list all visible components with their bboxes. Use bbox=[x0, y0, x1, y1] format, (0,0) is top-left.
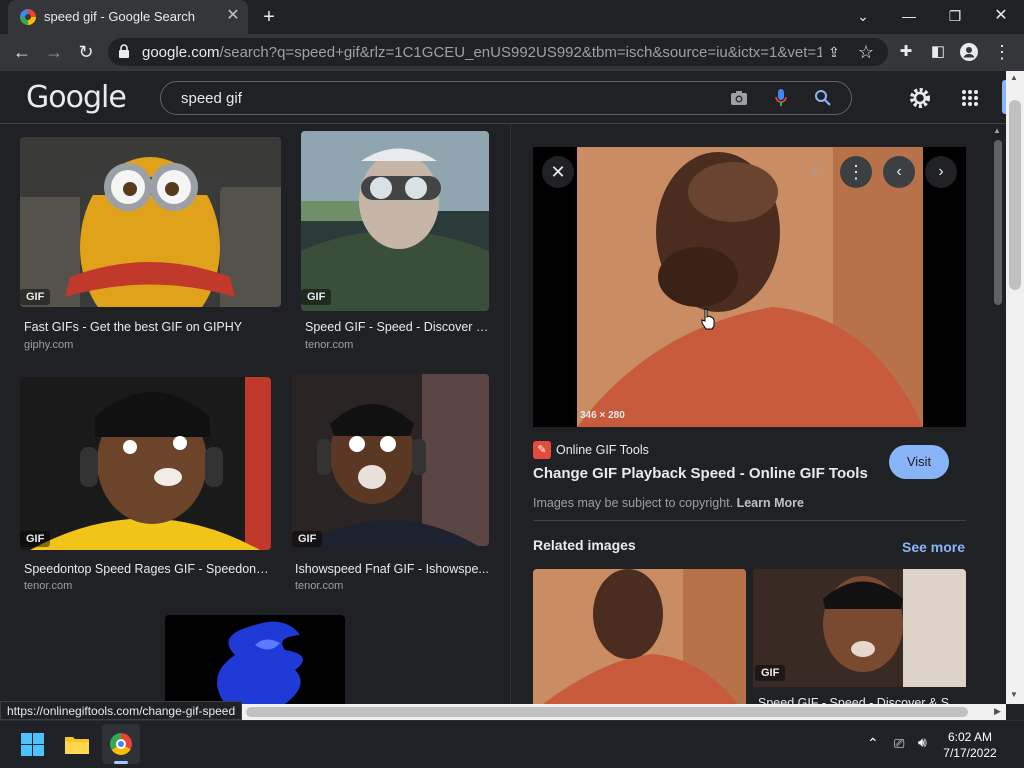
search-input[interactable]: speed gif bbox=[181, 90, 242, 107]
learn-more-link[interactable]: Learn More bbox=[737, 496, 804, 510]
related-images-heading: Related images bbox=[533, 537, 636, 553]
extensions-icon[interactable]: ✚ bbox=[894, 40, 918, 64]
link-status-bar: https://onlinegiftools.com/change-gif-sp… bbox=[0, 701, 243, 720]
close-preview-icon[interactable]: ✕ bbox=[542, 156, 574, 188]
site-name[interactable]: Online GIF Tools bbox=[556, 443, 649, 457]
result-source[interactable]: tenor.com bbox=[24, 580, 72, 592]
result-source[interactable]: tenor.com bbox=[305, 339, 353, 351]
see-more-link[interactable]: See more bbox=[902, 539, 965, 555]
previous-image-icon[interactable]: ‹ bbox=[883, 156, 915, 188]
volume-icon[interactable]: 🔊︎ bbox=[918, 734, 927, 751]
close-window-button[interactable]: ✕ bbox=[978, 4, 1024, 28]
copyright-notice: Images may be subject to copyright. Lear… bbox=[533, 496, 804, 510]
camera-icon[interactable] bbox=[730, 90, 748, 106]
url-host: google.com bbox=[142, 44, 220, 61]
result-title[interactable]: Ishowspeed Fnaf GIF - Ishowspe... bbox=[295, 562, 489, 576]
ishowspeed-image bbox=[292, 374, 489, 546]
minion-image bbox=[20, 137, 281, 307]
bookmark-star-icon[interactable]: ☆ bbox=[854, 40, 878, 64]
search-icon[interactable] bbox=[814, 89, 832, 107]
preview-title[interactable]: Change GIF Playback Speed - Online GIF T… bbox=[533, 465, 868, 482]
clock-date[interactable]: 7/17/2022 bbox=[940, 746, 1000, 760]
preview-photo bbox=[533, 147, 966, 427]
result-thumbnail[interactable] bbox=[301, 131, 489, 311]
file-explorer-icon[interactable] bbox=[64, 733, 90, 755]
more-options-icon[interactable]: ⋮ bbox=[840, 156, 872, 188]
next-image-icon[interactable]: › bbox=[925, 156, 957, 188]
url-text[interactable]: google.com/search?q=speed+gif&rlz=1C1GCE… bbox=[142, 44, 822, 61]
result-thumbnail[interactable] bbox=[292, 374, 489, 546]
page-scrollbar-thumb[interactable] bbox=[1009, 100, 1021, 290]
forward-button[interactable]: → bbox=[42, 40, 66, 64]
result-source[interactable]: tenor.com bbox=[295, 580, 343, 592]
browser-tab[interactable]: speed gif - Google Search ✕ bbox=[8, 0, 248, 34]
visit-button[interactable]: Visit bbox=[889, 445, 949, 479]
gif-badge: GIF bbox=[20, 531, 51, 547]
minimize-button[interactable]: — bbox=[886, 4, 932, 28]
gif-badge: GIF bbox=[301, 289, 332, 305]
clock-time[interactable]: 6:02 AM bbox=[940, 730, 1000, 744]
result-thumbnail[interactable] bbox=[165, 615, 345, 704]
divider bbox=[533, 520, 966, 521]
chrome-icon-center bbox=[116, 739, 126, 749]
scroll-up-arrow-icon[interactable]: ▲ bbox=[993, 126, 1001, 135]
search-box[interactable] bbox=[160, 81, 852, 115]
gif-badge: GIF bbox=[292, 531, 323, 547]
gif-badge: GIF bbox=[755, 665, 786, 681]
active-app-indicator bbox=[114, 761, 128, 764]
apps-grid-icon[interactable] bbox=[961, 89, 979, 107]
show-hidden-icons-icon[interactable]: ⌃ bbox=[867, 735, 879, 752]
share-icon[interactable]: ⇪ bbox=[822, 40, 846, 64]
page-scroll-up-icon[interactable]: ▲ bbox=[1010, 73, 1018, 82]
preview-image[interactable] bbox=[533, 147, 966, 427]
back-button[interactable]: ← bbox=[10, 40, 34, 64]
lock-icon[interactable] bbox=[118, 43, 130, 59]
side-panel-icon[interactable]: ◧ bbox=[926, 40, 950, 64]
url-path: /search?q=speed+gif&rlz=1C1GCEU_enUS992U… bbox=[219, 44, 822, 61]
result-thumbnail[interactable] bbox=[20, 377, 271, 550]
hand-cursor-icon bbox=[701, 308, 715, 330]
horizontal-scrollbar-thumb[interactable] bbox=[246, 707, 968, 717]
result-thumbnail[interactable] bbox=[20, 137, 281, 307]
microphone-icon[interactable] bbox=[774, 88, 788, 108]
related-title[interactable]: Speed GIF - Speed - Discover & Sha... bbox=[758, 692, 963, 704]
site-favicon-icon: ✎ bbox=[533, 441, 551, 459]
google-favicon-icon bbox=[20, 9, 36, 25]
profile-icon[interactable] bbox=[960, 43, 978, 61]
result-title[interactable]: Speedontop Speed Rages GIF - Speedonto..… bbox=[24, 562, 271, 576]
related-photo-1 bbox=[533, 569, 746, 704]
settings-gear-icon[interactable] bbox=[908, 86, 932, 110]
result-source[interactable]: giphy.com bbox=[24, 339, 73, 351]
panel-scrollbar-thumb[interactable] bbox=[994, 140, 1002, 305]
gif-badge: GIF bbox=[20, 289, 51, 305]
scroll-right-arrow-icon[interactable]: ▶ bbox=[994, 706, 1001, 717]
result-title[interactable]: Speed GIF - Speed - Discover &... bbox=[305, 320, 489, 334]
new-tab-button[interactable]: + bbox=[258, 6, 280, 28]
tab-title: speed gif - Google Search bbox=[44, 9, 196, 24]
restore-button[interactable]: ❐ bbox=[932, 4, 978, 28]
speedontop-image bbox=[20, 377, 271, 550]
windows-start-icon[interactable] bbox=[21, 733, 44, 756]
network-icon[interactable]: ⎚ bbox=[894, 736, 904, 752]
sonic-image bbox=[165, 615, 345, 704]
copyright-text: Images may be subject to copyright. bbox=[533, 496, 734, 510]
lens-icon[interactable]: ⌖ bbox=[799, 156, 831, 188]
tab-close-icon[interactable]: ✕ bbox=[224, 7, 242, 25]
image-dimensions: 346 × 280 bbox=[580, 410, 625, 421]
related-image[interactable] bbox=[533, 569, 746, 704]
page-scroll-down-icon[interactable]: ▼ bbox=[1010, 690, 1018, 699]
reload-button[interactable]: ↻ bbox=[74, 40, 98, 64]
google-logo[interactable]: Google bbox=[26, 80, 127, 115]
browser-menu-icon[interactable]: ⋮ bbox=[990, 40, 1014, 64]
tab-search-icon[interactable]: ⌄ bbox=[840, 4, 886, 28]
goggles-man-image bbox=[301, 131, 489, 311]
result-title[interactable]: Fast GIFs - Get the best GIF on GIPHY bbox=[24, 320, 281, 334]
